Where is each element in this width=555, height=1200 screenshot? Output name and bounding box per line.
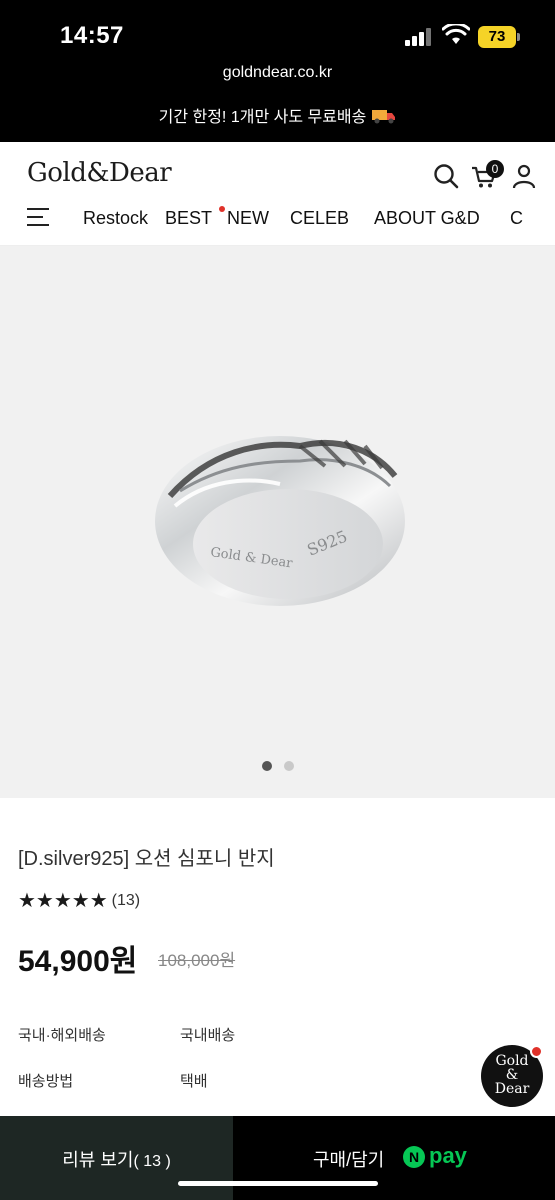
user-icon[interactable] bbox=[510, 162, 538, 190]
view-reviews-button[interactable]: 리뷰 보기( 13 ) bbox=[0, 1116, 233, 1200]
carousel-dot[interactable] bbox=[283, 761, 294, 771]
url-bar[interactable]: goldndear.co.kr bbox=[0, 58, 555, 98]
product-rating[interactable]: ★★★★★ (13) bbox=[18, 888, 141, 912]
main-nav: Restock BEST NEW CELEB ABOUT G&D C bbox=[0, 204, 555, 236]
buy-cart-button[interactable]: 구매/담기 N pay bbox=[233, 1116, 555, 1200]
chat-logo-line2: & bbox=[505, 1067, 519, 1083]
shipping-method-value: 택배 bbox=[180, 1073, 208, 1090]
nav-item-celeb[interactable]: CELEB bbox=[290, 208, 349, 229]
nav-item-overflow[interactable]: C bbox=[510, 208, 523, 229]
site-logo[interactable]: Gold&Dear bbox=[27, 158, 172, 188]
home-indicator bbox=[178, 1181, 378, 1186]
promo-text: 기간 한정! 1개만 사도 무료배송 bbox=[158, 109, 367, 126]
product-info: [D.silver925] 오션 심포니 반지 ★★★★★ (13) 54,900… bbox=[0, 798, 555, 1118]
url-text: goldndear.co.kr bbox=[222, 64, 333, 81]
nav-item-new[interactable]: NEW bbox=[227, 208, 269, 229]
product-title: [D.silver925] 오션 심포니 반지 bbox=[18, 848, 275, 870]
silver-ring-image: Gold & Dear S925 bbox=[155, 436, 405, 606]
battery-icon: 73 bbox=[478, 26, 516, 48]
search-icon[interactable] bbox=[432, 162, 460, 190]
shipping-region-value: 국내배송 bbox=[180, 1027, 236, 1044]
carousel-dot-active[interactable] bbox=[261, 761, 272, 771]
menu-icon[interactable] bbox=[27, 208, 49, 226]
view-reviews-label: 리뷰 보기 bbox=[62, 1150, 134, 1170]
site-header: Gold&Dear 0 Restock BEST NEW CELEB ABOUT… bbox=[0, 142, 555, 246]
carousel-dots bbox=[0, 758, 555, 776]
original-price: 108,000원 bbox=[158, 951, 236, 970]
promo-banner[interactable]: 기간 한정! 1개만 사도 무료배송 bbox=[0, 98, 555, 142]
chat-notification-dot bbox=[530, 1045, 543, 1058]
nav-item-best[interactable]: BEST bbox=[165, 208, 212, 229]
shipping-region-label: 국내·해외배송 bbox=[18, 1027, 106, 1044]
wifi-icon bbox=[442, 24, 470, 44]
bottom-action-bar: 리뷰 보기( 13 ) 구매/담기 N pay bbox=[0, 1116, 555, 1200]
npay-logo-icon: N bbox=[403, 1146, 425, 1168]
nav-item-restock[interactable]: Restock bbox=[83, 208, 148, 229]
status-time: 14:57 bbox=[60, 22, 124, 49]
new-indicator-dot bbox=[219, 206, 225, 212]
sale-price: 54,900원 bbox=[18, 945, 138, 978]
rating-stars-icon: ★★★★★ bbox=[18, 890, 108, 912]
cart-count: 0 bbox=[491, 162, 499, 176]
npay-label: pay bbox=[429, 1143, 467, 1168]
chat-logo-line3: Dear bbox=[494, 1081, 530, 1097]
view-reviews-count: ( 13 ) bbox=[133, 1153, 171, 1170]
cart-count-badge: 0 bbox=[486, 160, 504, 178]
battery-tip bbox=[517, 33, 520, 41]
status-bar: 14:57 73 bbox=[0, 0, 555, 58]
rating-review-count: (13) bbox=[111, 891, 141, 909]
buy-cart-label: 구매/담기 bbox=[313, 1150, 385, 1170]
shipping-method-label: 배송방법 bbox=[18, 1073, 74, 1090]
product-image-carousel[interactable]: Gold & Dear S925 bbox=[0, 246, 555, 798]
delivery-truck-icon bbox=[372, 101, 396, 141]
cellular-signal-icon bbox=[405, 28, 435, 46]
nav-item-about[interactable]: ABOUT G&D bbox=[374, 208, 480, 229]
